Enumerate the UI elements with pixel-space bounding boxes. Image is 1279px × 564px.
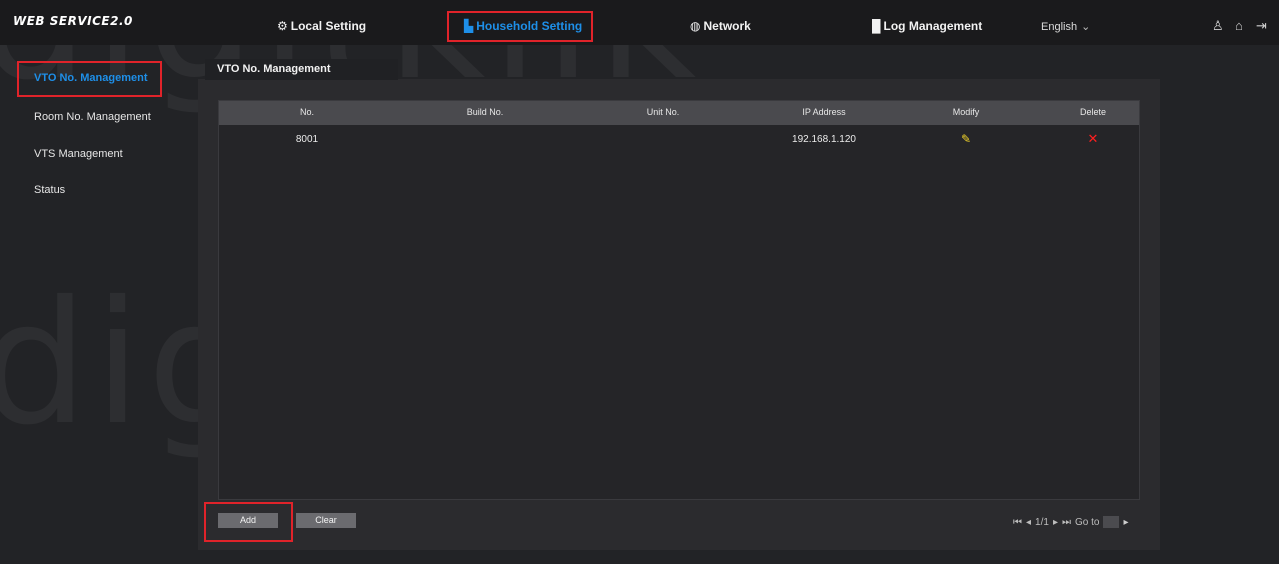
logout-icon[interactable]: ⇥ [1256, 18, 1267, 34]
edit-icon[interactable]: ✎ [961, 132, 971, 146]
delete-icon[interactable]: ✕ [1088, 131, 1099, 147]
go-icon[interactable]: ▸ [1123, 517, 1128, 528]
chevron-down-icon: ⌄ [1081, 21, 1091, 33]
sidebar-item-room-no-management[interactable]: Room No. Management [34, 111, 151, 123]
building-icon: ▙ [464, 19, 474, 33]
nav-local-setting[interactable]: ⚙ Local Setting [277, 19, 366, 33]
pagination: ⏮ ◂ 1/1 ▸ ⏭ Go to ▸ [1013, 516, 1128, 528]
last-page-icon[interactable]: ⏭ [1062, 517, 1071, 528]
column-header-build-no: Build No. [466, 107, 504, 117]
nav-label: Household Setting [476, 19, 583, 33]
sidebar-item-vto-no-management[interactable]: VTO No. Management [34, 72, 147, 84]
clear-button[interactable]: Clear [296, 513, 356, 528]
home-icon[interactable]: ⌂ [1235, 18, 1243, 33]
nav-label: Log Management [883, 19, 983, 33]
cell-ip-address: 192.168.1.120 [792, 134, 856, 145]
column-header-modify: Modify [952, 107, 980, 117]
prev-page-icon[interactable]: ◂ [1026, 517, 1031, 528]
nav-label: Local Setting [290, 19, 367, 33]
nav-label: Network [703, 19, 751, 33]
column-header-ip-address: IP Address [802, 107, 846, 117]
nav-log-management[interactable]: █ Log Management [872, 19, 982, 33]
language-select[interactable]: English ⌄ [1041, 20, 1090, 33]
brand-logo: WEB SERVICE2.0 [13, 14, 133, 28]
page-indicator: 1/1 [1035, 516, 1049, 528]
top-bar: WEB SERVICE2.0 ⚙ Local Setting ▙ Househo… [0, 0, 1279, 45]
column-header-no: No. [299, 107, 315, 117]
language-value: English [1041, 21, 1078, 33]
user-icon[interactable]: ♙ [1212, 18, 1224, 34]
nav-network[interactable]: ◍ Network [690, 19, 751, 33]
add-button[interactable]: Add [218, 513, 278, 528]
column-header-delete: Delete [1079, 107, 1107, 117]
vto-table: No. Build No. Unit No. IP Address Modify… [218, 100, 1140, 500]
goto-label: Go to [1074, 516, 1100, 528]
nav-household-setting[interactable]: ▙ Household Setting [464, 19, 582, 33]
first-page-icon[interactable]: ⏮ [1013, 517, 1022, 528]
cell-no: 8001 [295, 134, 319, 145]
table-header: No. Build No. Unit No. IP Address Modify… [219, 101, 1139, 125]
sidebar-item-vts-management[interactable]: VTS Management [34, 148, 123, 160]
next-page-icon[interactable]: ▸ [1053, 517, 1058, 528]
goto-page-input[interactable] [1103, 516, 1120, 528]
log-icon: █ [872, 19, 881, 33]
column-header-unit-no: Unit No. [646, 107, 680, 117]
sidebar-item-status[interactable]: Status [34, 184, 65, 196]
globe-icon: ◍ [690, 19, 701, 33]
tab-vto-no-management[interactable]: VTO No. Management [205, 59, 398, 80]
gear-icon: ⚙ [277, 19, 288, 33]
